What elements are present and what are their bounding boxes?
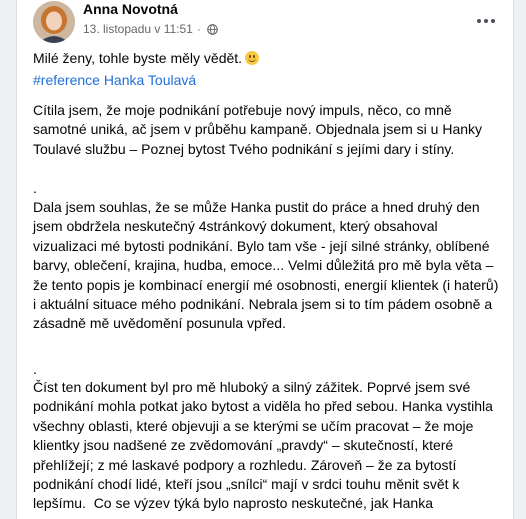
avatar-image — [33, 1, 75, 43]
post-paragraph-2: Dala jsem souhlas, že se může Hanka pust… — [33, 199, 503, 332]
post-paragraph-3: Číst ten dokument byl pro mě hluboký a s… — [33, 379, 497, 512]
post-intro-text: Milé ženy, tohle byste měly vědět. — [33, 50, 243, 66]
more-options-button[interactable] — [471, 6, 501, 36]
author-avatar[interactable] — [33, 1, 75, 43]
paragraph-separator: . — [33, 361, 37, 377]
post-meta: 13. listopadu v 11:51 · — [83, 22, 218, 36]
author-name[interactable]: Anna Novotná — [83, 1, 178, 17]
paragraph-separator: . — [33, 180, 37, 196]
post-timestamp[interactable]: 13. listopadu v 11:51 — [83, 22, 193, 36]
post-card: Anna Novotná 13. listopadu v 11:51 · Mil… — [16, 0, 514, 519]
post-paragraph-1: Cítila jsem, že moje podnikání potřebuje… — [33, 102, 486, 157]
post-intro: Milé ženy, tohle byste měly vědět. — [33, 49, 501, 68]
globe-icon[interactable] — [207, 23, 218, 35]
smiling-face-icon — [245, 51, 260, 65]
meta-separator: · — [196, 22, 201, 36]
hashtag-link[interactable]: #reference Hanka Toulavá — [33, 71, 196, 90]
more-options-icon — [477, 19, 481, 23]
